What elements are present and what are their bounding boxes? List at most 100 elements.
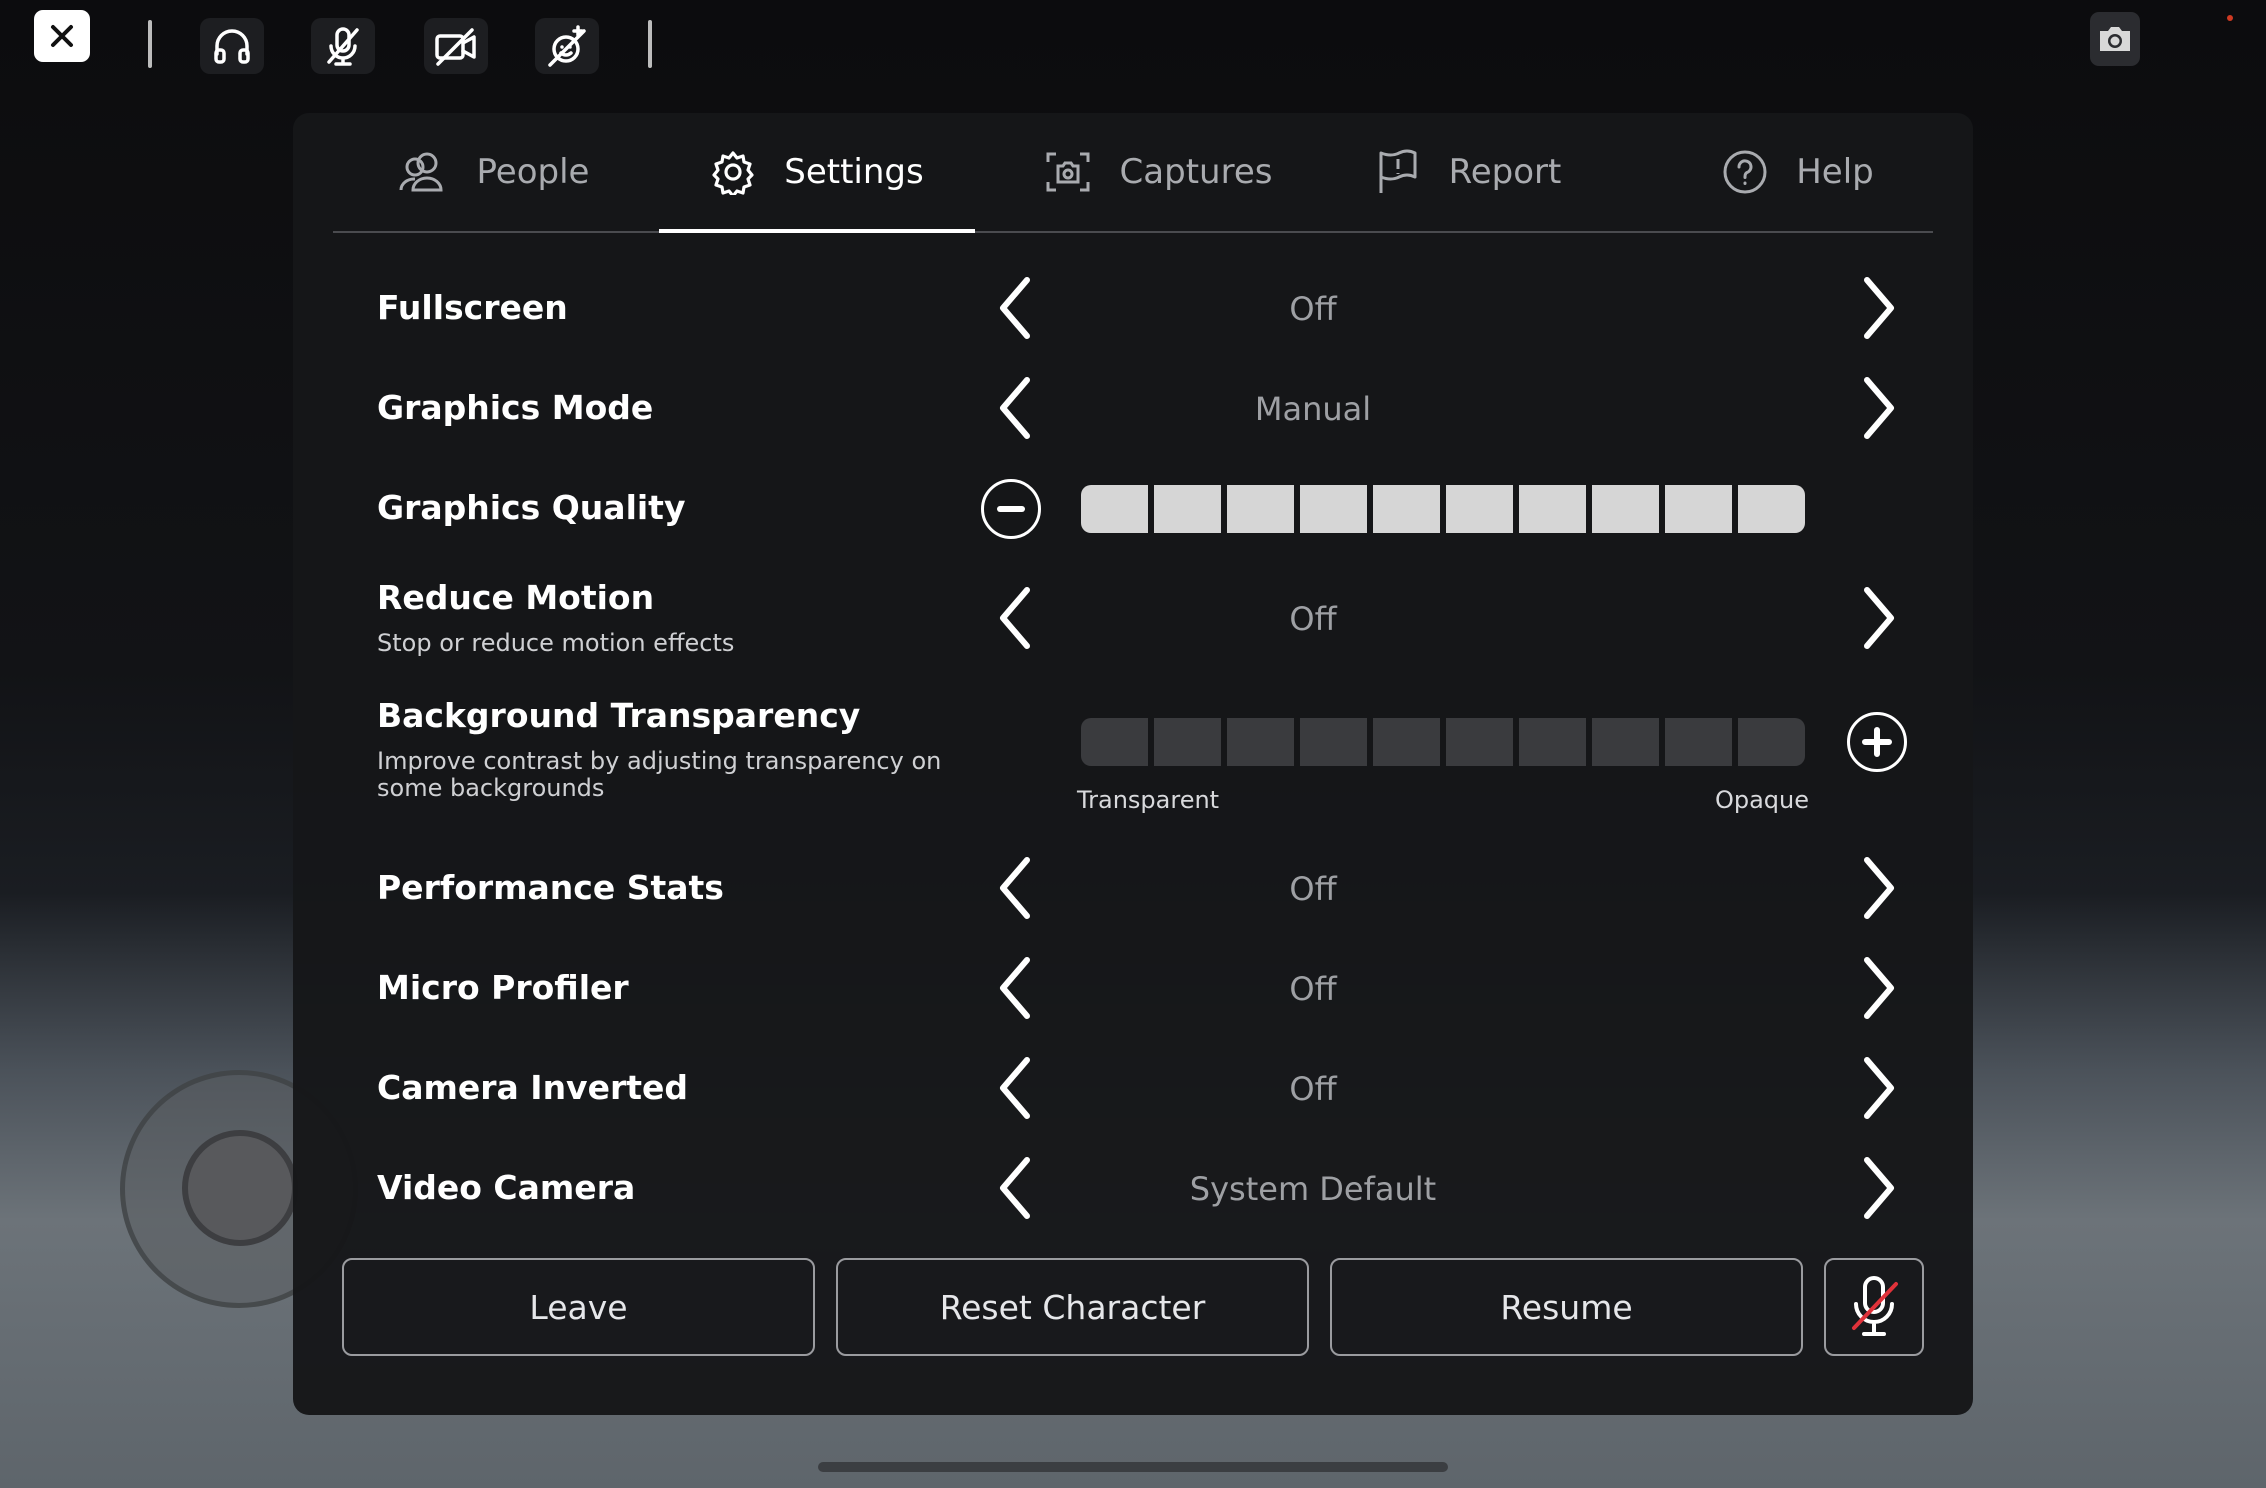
chevron-left-icon	[1000, 587, 1030, 649]
mic-toggle-button[interactable]	[1824, 1258, 1924, 1356]
setting-row-fullscreen: Fullscreen Off	[293, 268, 1973, 348]
slider-segment[interactable]	[1446, 485, 1513, 533]
next-option-button[interactable]	[1851, 953, 1907, 1023]
slider-segment[interactable]	[1665, 485, 1732, 533]
setting-value: Manual	[1254, 390, 1372, 428]
chevron-left-icon	[1000, 1157, 1030, 1219]
joystick-thumb[interactable]	[182, 1130, 298, 1246]
toolbar-divider	[148, 20, 152, 68]
slider-segment[interactable]	[1300, 485, 1367, 533]
headphones-icon	[214, 29, 250, 64]
slider-segment[interactable]	[1665, 718, 1732, 766]
setting-row-micro-profiler: Micro Profiler Off	[293, 948, 1973, 1028]
setting-value: Off	[1289, 970, 1337, 1008]
setting-description: Improve contrast by adjusting transparen…	[377, 747, 942, 802]
self-view-off-icon	[548, 25, 586, 67]
screenshot-button[interactable]	[2090, 12, 2140, 66]
toolbar-divider	[648, 20, 652, 68]
decrease-quality-button[interactable]	[981, 479, 1041, 539]
menu-tabs: People Settings Captures Report Help	[333, 113, 1933, 233]
slider-segment[interactable]	[1592, 718, 1659, 766]
resume-button[interactable]: Resume	[1330, 1258, 1803, 1356]
mute-mic-button[interactable]	[311, 18, 375, 74]
setting-row-background-transparency: Background Transparency Improve contrast…	[293, 688, 1973, 828]
chevron-right-icon	[1864, 277, 1894, 339]
tab-label: People	[476, 152, 590, 192]
next-option-button[interactable]	[1851, 1053, 1907, 1123]
slider-segment[interactable]	[1738, 718, 1805, 766]
setting-value: Off	[1289, 290, 1337, 328]
video-off-button[interactable]	[424, 18, 488, 74]
minus-icon	[997, 506, 1025, 512]
chevron-left-icon	[1000, 957, 1030, 1019]
setting-row-graphics-mode: Graphics Mode Manual	[293, 368, 1973, 448]
slider-segment[interactable]	[1300, 718, 1367, 766]
background-transparency-slider[interactable]	[1081, 718, 1805, 766]
slider-segment[interactable]	[1446, 718, 1513, 766]
setting-description: Stop or reduce motion effects	[377, 629, 735, 657]
tab-people[interactable]: People	[333, 113, 653, 231]
setting-value: System Default	[1189, 1170, 1437, 1208]
tab-captures[interactable]: Captures	[993, 113, 1323, 231]
slider-segment[interactable]	[1519, 485, 1586, 533]
next-option-button[interactable]	[1851, 373, 1907, 443]
slider-segment[interactable]	[1373, 485, 1440, 533]
slider-max-label: Opaque	[1714, 786, 1809, 814]
mic-muted-icon	[327, 27, 359, 66]
capture-icon	[1046, 152, 1090, 192]
tab-label: Report	[1448, 152, 1562, 192]
graphics-quality-slider[interactable]	[1081, 485, 1805, 533]
slider-segment[interactable]	[1373, 718, 1440, 766]
setting-row-video-camera: Video Camera System Default	[293, 1148, 1973, 1228]
top-bar	[0, 0, 2266, 100]
plus-icon	[1862, 727, 1892, 757]
setting-row-camera-inverted: Camera Inverted Off	[293, 1048, 1973, 1128]
slider-segment[interactable]	[1738, 485, 1805, 533]
chevron-right-icon	[1864, 1057, 1894, 1119]
slider-segment[interactable]	[1154, 718, 1221, 766]
recording-dot	[2227, 15, 2233, 21]
slider-segment[interactable]	[1227, 718, 1294, 766]
setting-label: Background Transparency	[377, 696, 861, 735]
effects-off-button[interactable]	[535, 18, 599, 74]
next-option-button[interactable]	[1851, 273, 1907, 343]
chevron-right-icon	[1864, 857, 1894, 919]
chevron-left-icon	[1000, 377, 1030, 439]
slider-segment[interactable]	[1592, 485, 1659, 533]
slider-segment[interactable]	[1519, 718, 1586, 766]
slider-segment[interactable]	[1154, 485, 1221, 533]
tab-settings[interactable]: Settings	[659, 113, 975, 233]
slider-segment[interactable]	[1081, 485, 1148, 533]
mic-muted-icon	[1852, 1276, 1898, 1336]
headphones-button[interactable]	[200, 18, 264, 74]
slider-segment[interactable]	[1081, 718, 1148, 766]
chevron-left-icon	[1000, 1057, 1030, 1119]
tab-label: Settings	[784, 152, 924, 192]
active-tab-indicator	[659, 229, 975, 233]
video-off-icon	[435, 28, 476, 66]
close-icon	[51, 25, 73, 47]
people-icon	[399, 152, 443, 192]
next-option-button[interactable]	[1851, 853, 1907, 923]
next-option-button[interactable]	[1851, 583, 1907, 653]
slider-segment[interactable]	[1227, 485, 1294, 533]
setting-value: Off	[1289, 600, 1337, 638]
flag-icon	[1379, 149, 1417, 193]
help-icon	[1723, 150, 1767, 194]
chevron-right-icon	[1864, 377, 1894, 439]
setting-label: Camera Inverted	[377, 1068, 689, 1107]
close-menu-button[interactable]	[34, 10, 90, 62]
chevron-right-icon	[1864, 957, 1894, 1019]
chevron-right-icon	[1864, 587, 1894, 649]
tab-report[interactable]: Report	[1333, 113, 1603, 231]
setting-label: Video Camera	[377, 1168, 636, 1207]
chevron-left-icon	[1000, 857, 1030, 919]
reset-character-button[interactable]: Reset Character	[836, 1258, 1309, 1356]
tab-help[interactable]: Help	[1663, 113, 1933, 231]
setting-row-reduce-motion: Reduce Motion Stop or reduce motion effe…	[293, 568, 1973, 668]
next-option-button[interactable]	[1851, 1153, 1907, 1223]
setting-value: Off	[1289, 870, 1337, 908]
increase-transparency-button[interactable]	[1847, 712, 1907, 772]
leave-button[interactable]: Leave	[342, 1258, 815, 1356]
tab-label: Help	[1796, 152, 1874, 192]
